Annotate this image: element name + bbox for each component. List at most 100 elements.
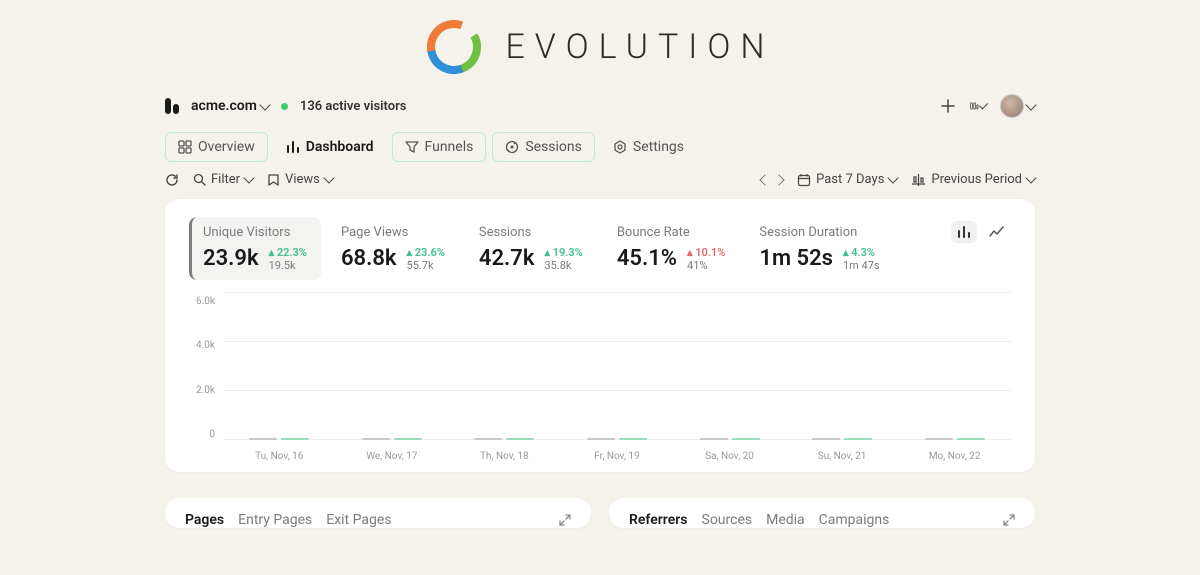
chart-type-line[interactable]	[983, 222, 1011, 242]
tab-funnels[interactable]: Funnels	[392, 132, 487, 162]
metric-page-views[interactable]: Page Views 68.8k ▴ 23.6%55.7k	[327, 217, 459, 280]
bar-group	[345, 438, 440, 440]
tab-dashboard[interactable]: Dashboard	[274, 133, 386, 161]
panel-tab-campaigns[interactable]: Campaigns	[819, 512, 890, 528]
bar-previous[interactable]	[249, 438, 277, 440]
refresh-button[interactable]	[165, 173, 179, 187]
sessions-icon	[505, 140, 519, 154]
panel-tab-exit-pages[interactable]: Exit Pages	[326, 512, 391, 528]
bar-current[interactable]	[619, 438, 647, 440]
next-range-button[interactable]	[773, 174, 784, 185]
overview-icon	[178, 140, 192, 154]
tab-label: Sessions	[525, 139, 582, 155]
panel-tab-media[interactable]: Media	[766, 512, 805, 528]
chevron-down-icon	[1025, 172, 1036, 183]
metric-sessions[interactable]: Sessions42.7k▴ 19.3%35.8k	[465, 217, 597, 280]
columns-button[interactable]	[970, 98, 986, 114]
metric-label: Page Views	[341, 225, 445, 240]
panel-tab-pages[interactable]: Pages	[185, 512, 224, 528]
bar-previous[interactable]	[587, 438, 615, 440]
x-tick: Fr, Nov, 19	[570, 451, 665, 462]
tab-label: Settings	[633, 139, 684, 155]
bar-group	[570, 438, 665, 440]
avatar-icon	[1000, 94, 1024, 118]
nav-tabs: Overview Dashboard Funnels Sessions Settings	[165, 132, 1035, 162]
chevron-down-icon	[259, 99, 270, 110]
date-range-label: Past 7 Days	[816, 172, 884, 187]
x-tick: Tu, Nov, 16	[232, 451, 327, 462]
bar-current[interactable]	[394, 438, 422, 440]
metric-prev: 41%	[687, 259, 707, 272]
tab-overview[interactable]: Overview	[165, 132, 268, 162]
account-menu[interactable]	[1000, 94, 1035, 118]
bar-group	[682, 438, 777, 440]
chart-type-bar[interactable]	[951, 221, 977, 243]
settings-icon	[613, 140, 627, 154]
chevron-down-icon	[888, 172, 899, 183]
chevron-down-icon	[243, 172, 254, 183]
chevron-down-icon	[979, 100, 988, 109]
metric-bounce-rate[interactable]: Bounce Rate45.1%▴ 10.1%41%	[603, 217, 740, 280]
chevron-down-icon	[323, 172, 334, 183]
site-selector[interactable]: acme.com	[191, 98, 269, 114]
metric-delta: ▴ 23.6%	[407, 246, 445, 259]
filter-label: Filter	[211, 172, 240, 187]
bar-current[interactable]	[844, 438, 872, 440]
metric-unique-visitors[interactable]: Unique Visitors23.9k▴ 22.3%19.5k	[189, 217, 321, 280]
brand-row: EVOLUTION	[165, 18, 1035, 76]
metric-value: 68.8k	[341, 246, 397, 271]
panel-tab-sources[interactable]: Sources	[702, 512, 753, 528]
metric-label: Sessions	[479, 225, 583, 240]
site-name: acme.com	[191, 98, 257, 114]
metric-prev: 55.7k	[407, 259, 434, 272]
bar-current[interactable]	[506, 438, 534, 440]
metric-delta: ▴ 4.3%	[843, 246, 875, 259]
bar-current[interactable]	[732, 438, 760, 440]
filter-button[interactable]: Filter	[193, 172, 253, 187]
metric-delta: ▴ 22.3%	[269, 246, 307, 259]
pages-panel: Pages Entry Pages Exit Pages	[165, 498, 591, 528]
x-tick: Mo, Nov, 22	[907, 451, 1002, 462]
views-button[interactable]: Views	[267, 172, 333, 187]
prev-range-button[interactable]	[759, 174, 770, 185]
bar-previous[interactable]	[700, 438, 728, 440]
x-tick: Sa, Nov, 20	[682, 451, 777, 462]
bar-previous[interactable]	[812, 438, 840, 440]
bar-previous[interactable]	[474, 438, 502, 440]
bar-current[interactable]	[957, 438, 985, 440]
panel-tab-entry-pages[interactable]: Entry Pages	[238, 512, 312, 528]
tab-label: Dashboard	[306, 139, 374, 155]
bar-group	[232, 438, 327, 440]
active-visitors: 136 active visitors	[300, 99, 407, 114]
brand-logo-icon	[425, 18, 483, 76]
bar-previous[interactable]	[362, 438, 390, 440]
metric-session-duration[interactable]: Session Duration1m 52s▴ 4.3%1m 47s	[745, 217, 893, 280]
compare-button[interactable]: Previous Period	[911, 172, 1035, 187]
bar-group	[907, 438, 1002, 440]
bar-current[interactable]	[281, 438, 309, 440]
expand-icon[interactable]	[559, 514, 571, 526]
expand-icon[interactable]	[1003, 514, 1015, 526]
panel-tab-referrers[interactable]: Referrers	[629, 512, 688, 528]
metric-label: Session Duration	[759, 225, 879, 240]
tab-sessions[interactable]: Sessions	[492, 132, 595, 162]
live-dot-icon	[281, 103, 288, 110]
metric-label: Bounce Rate	[617, 225, 726, 240]
chart-x-axis: Tu, Nov, 16 We, Nov, 17 Th, Nov, 18 Fr, Nov…	[223, 451, 1011, 462]
metric-label: Unique Visitors	[203, 225, 307, 240]
tab-label: Funnels	[425, 139, 474, 155]
tab-settings[interactable]: Settings	[601, 133, 696, 161]
add-button[interactable]	[940, 98, 956, 114]
x-tick: Th, Nov, 18	[457, 451, 552, 462]
bar-group	[457, 438, 552, 440]
metric-value: 42.7k	[479, 246, 535, 271]
bar-previous[interactable]	[925, 438, 953, 440]
x-tick: Su, Nov, 21	[795, 451, 890, 462]
bar-group	[795, 438, 890, 440]
chart-plot: Tu, Nov, 16 We, Nov, 17 Th, Nov, 18 Fr, Nov…	[223, 292, 1011, 462]
metric-prev: 19.5k	[269, 259, 296, 272]
date-range-button[interactable]: Past 7 Days	[797, 172, 897, 187]
x-tick: We, Nov, 17	[345, 451, 440, 462]
chevron-down-icon	[1025, 99, 1036, 110]
app-mark-icon	[165, 98, 179, 114]
